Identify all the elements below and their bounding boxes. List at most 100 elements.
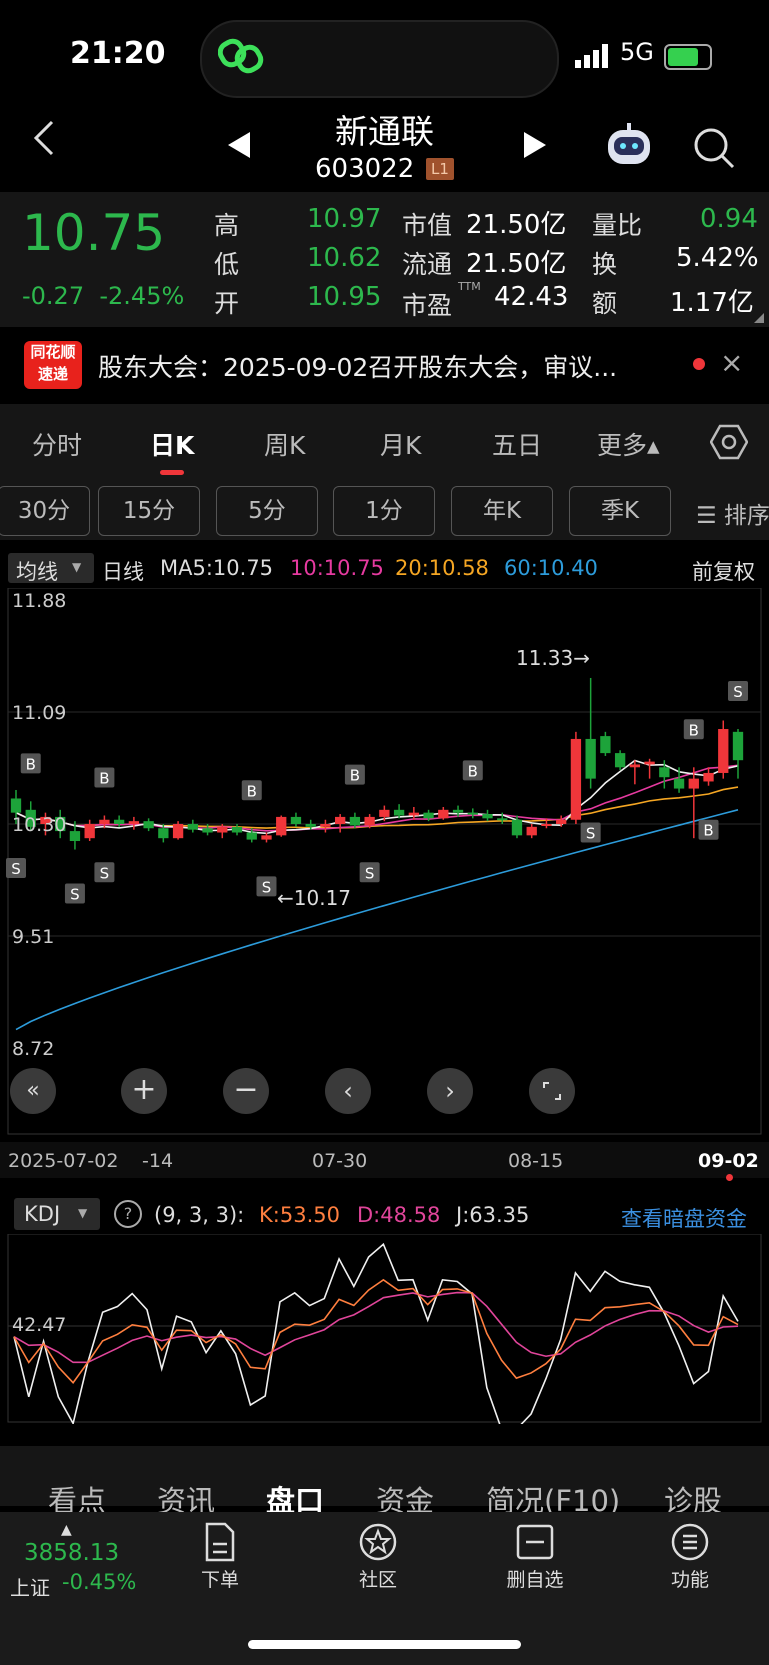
order-icon[interactable] [203,1522,237,1562]
help-icon[interactable]: ? [114,1200,142,1228]
kdj-params: (9, 3, 3): [154,1203,245,1227]
date-label: -14 [142,1150,174,1172]
candle-body [467,812,478,815]
tab-intraday[interactable]: 分时 [32,426,82,462]
candle [644,758,655,779]
expand-corner-icon[interactable] [754,313,764,323]
high-annotation: 11.33→ [516,646,591,670]
pe-ttm-sup: TTM [458,280,481,293]
sell-marker: S [359,862,380,883]
close-news-icon[interactable]: × [720,346,743,379]
ma-period: 日线 [102,560,144,584]
candle-body [452,809,464,813]
candle [600,731,611,756]
candle-body [99,819,110,824]
candle-body [187,824,198,830]
low-label: 低 [214,250,240,279]
price-tick-label: 11.88 [12,590,66,612]
low-annotation: ←10.17 [277,886,352,910]
tab-five-day[interactable]: 五日 [492,426,542,462]
candle-body [732,731,744,761]
tab-daily-k[interactable]: 日K [150,426,194,462]
index-name: 上证 [10,1576,50,1600]
candlestick-chart[interactable]: S B S B S B S B S B S B B S 11.88 11.09 10.30 9.51 8.72 [0,588,769,1140]
candle-body [128,821,140,824]
candle-body [644,761,655,765]
turnover-label: 换 [592,250,618,279]
tab-more[interactable]: 更多▴ [597,426,660,462]
sort-button[interactable]: ☰ 排序 [696,496,769,530]
kdj-chart[interactable] [0,1234,769,1424]
order-label[interactable]: 下单 [190,1565,250,1592]
link-app-icon [218,38,264,74]
date-label: 2025-07-02 [8,1150,119,1172]
chevron-right-icon[interactable]: › [427,1068,473,1114]
svg-text:B: B [468,762,478,780]
price-tick-label: 11.09 [12,702,66,724]
turnover-value: 5.42% [676,243,759,273]
candle-body [570,738,582,820]
float-value: 21.50亿 [466,249,567,279]
svg-text:S: S [365,864,375,882]
tab-monthly-k[interactable]: 月K [380,426,421,462]
unread-dot [693,358,705,370]
chip-30min[interactable]: 30分 [0,486,90,536]
candle-body [10,798,22,813]
candle [467,808,478,819]
candle-body [217,826,228,833]
adjust-mode[interactable]: 前复权 [692,556,755,586]
chip-quarterly-k[interactable]: 季K [569,486,671,536]
community-label[interactable]: 社区 [348,1565,408,1592]
tab-weekly-k[interactable]: 周K [264,426,305,462]
candle [187,819,198,833]
function-label[interactable]: 功能 [660,1565,720,1592]
candle [290,812,302,827]
robot-assistant-icon[interactable] [604,122,654,172]
open-value: 10.95 [307,282,382,312]
settings-icon[interactable] [710,424,748,460]
candle-body [688,778,699,789]
candle-body [261,835,272,840]
candle [438,806,449,820]
chip-1min[interactable]: 1分 [333,486,435,536]
chip-5min[interactable]: 5分 [216,486,318,536]
candle-body [629,764,641,768]
zoom-out-icon[interactable]: − [223,1068,269,1114]
sell-marker: S [6,858,26,878]
home-indicator[interactable] [248,1640,521,1649]
chip-15min[interactable]: 15分 [98,486,200,536]
chevron-left-icon[interactable]: ‹ [325,1068,371,1114]
pe-label: 市盈 [402,291,453,320]
candle-body [158,828,169,839]
function-menu-icon[interactable] [670,1522,710,1562]
zoom-in-icon[interactable]: + [121,1068,167,1114]
date-label: 08-15 [508,1150,564,1172]
price-tick-label: 9.51 [12,926,54,948]
price-change: -0.27 -2.45% [22,282,184,310]
rewind-icon[interactable]: « [10,1068,56,1114]
candle-body [718,729,729,773]
community-icon[interactable] [358,1522,398,1562]
search-icon[interactable] [692,126,736,174]
news-text[interactable]: 股东大会：2025-09-02召开股东大会，审议... [98,348,668,384]
chip-yearly-k[interactable]: 年K [451,486,553,536]
candle-body [379,809,390,817]
last-price: 10.75 [22,204,166,262]
candle-body [246,832,257,840]
next-stock-icon[interactable] [522,130,548,164]
kdj-d: D:48.58 [357,1203,441,1227]
candle-body [393,809,405,816]
candle [276,815,287,837]
fullscreen-icon[interactable] [529,1068,575,1114]
remove-watchlist-icon[interactable] [516,1524,554,1560]
active-tab-indicator [160,470,184,475]
index-value[interactable]: 3858.13 [24,1540,119,1566]
candle-body [113,819,125,824]
remove-watchlist-label[interactable]: 删自选 [498,1565,572,1592]
buy-marker: B [94,767,115,788]
indicator-select-label: 均线 [16,560,58,584]
ma10-value: 10:10.75 [290,556,384,580]
price-tick-label: 8.72 [12,1038,54,1060]
dark-pool-link[interactable]: 查看暗盘资金 [621,1203,747,1233]
candle-body [659,767,670,778]
